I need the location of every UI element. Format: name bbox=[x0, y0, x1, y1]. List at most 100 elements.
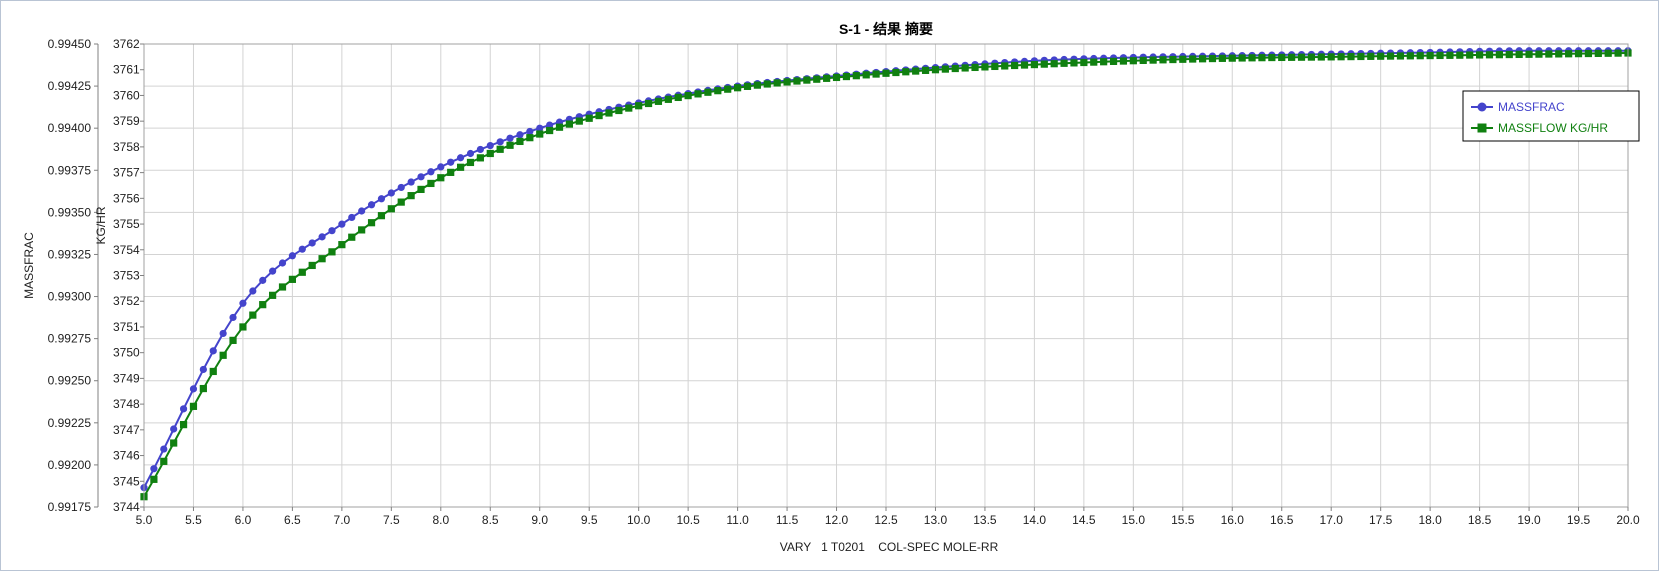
data-point bbox=[199, 384, 207, 393]
data-point bbox=[160, 457, 168, 465]
data-point bbox=[1090, 58, 1098, 66]
x-tick-label: 13.5 bbox=[973, 513, 997, 527]
data-point bbox=[743, 82, 752, 90]
data-point bbox=[1109, 57, 1118, 65]
data-point bbox=[456, 163, 465, 171]
data-point bbox=[1565, 50, 1573, 58]
y-left-tick-label: 0.99325 bbox=[48, 247, 92, 261]
y-kghr-tick-label: 3756 bbox=[113, 191, 140, 205]
x-tick-label: 9.5 bbox=[581, 513, 598, 527]
x-tick-label: 10.5 bbox=[676, 513, 700, 527]
data-point bbox=[1119, 57, 1128, 65]
data-point bbox=[664, 95, 672, 103]
data-point bbox=[981, 63, 989, 71]
x-tick-label: 12.0 bbox=[825, 513, 849, 527]
data-point bbox=[308, 239, 316, 247]
data-point bbox=[1011, 61, 1019, 70]
data-point bbox=[1189, 55, 1197, 63]
data-point bbox=[595, 111, 603, 120]
legend[interactable]: MASSFRAC MASSFLOW KG/HR bbox=[1462, 90, 1640, 142]
data-point bbox=[278, 259, 287, 267]
x-tick-label: 5.0 bbox=[136, 513, 153, 527]
data-point bbox=[1268, 53, 1276, 62]
data-point bbox=[249, 311, 257, 319]
data-point bbox=[1179, 55, 1187, 63]
data-point bbox=[674, 93, 682, 102]
legend-label: MASSFLOW KG/HR bbox=[1498, 121, 1608, 135]
y-left-tick-label: 0.99175 bbox=[48, 500, 92, 514]
data-point bbox=[684, 92, 692, 100]
data-point bbox=[793, 77, 801, 85]
data-point bbox=[1317, 53, 1325, 61]
data-point bbox=[407, 178, 415, 186]
data-point bbox=[1100, 58, 1108, 66]
legend-label: MASSFRAC bbox=[1498, 100, 1565, 114]
data-point bbox=[387, 205, 395, 213]
data-point bbox=[308, 261, 316, 270]
data-point bbox=[832, 73, 841, 82]
x-tick-label: 17.0 bbox=[1320, 513, 1344, 527]
data-point bbox=[1020, 61, 1029, 69]
data-point bbox=[1248, 54, 1256, 62]
data-point bbox=[1297, 53, 1306, 61]
data-point bbox=[298, 245, 306, 253]
data-point bbox=[852, 72, 860, 80]
x-tick-label: 14.0 bbox=[1023, 513, 1047, 527]
x-tick-label: 20.0 bbox=[1616, 513, 1640, 527]
y-kghr-tick-label: 3746 bbox=[113, 449, 140, 463]
data-point bbox=[427, 179, 435, 188]
data-point bbox=[862, 71, 870, 79]
data-point bbox=[1555, 50, 1563, 58]
y-left-tick-label: 0.99300 bbox=[48, 290, 92, 304]
x-tick-label: 15.0 bbox=[1122, 513, 1146, 527]
data-point bbox=[1466, 51, 1474, 59]
x-tick-label: 18.5 bbox=[1468, 513, 1492, 527]
data-point bbox=[1367, 52, 1375, 60]
data-point bbox=[348, 233, 356, 241]
y-kghr-tick-label: 3761 bbox=[113, 63, 140, 77]
data-point bbox=[724, 85, 732, 93]
x-tick-label: 6.5 bbox=[284, 513, 301, 527]
data-point bbox=[249, 287, 257, 295]
data-point bbox=[506, 134, 514, 142]
x-tick-label: 11.0 bbox=[726, 513, 749, 527]
data-point bbox=[1436, 51, 1444, 60]
data-point bbox=[328, 227, 336, 235]
data-point bbox=[991, 62, 999, 71]
data-point bbox=[1446, 51, 1454, 59]
data-point bbox=[1149, 56, 1157, 64]
x-axis-label: VARY 1 T0201 COL-SPEC MOLE-RR bbox=[780, 540, 999, 554]
data-point bbox=[427, 168, 435, 176]
data-point bbox=[1614, 49, 1622, 57]
data-point bbox=[575, 117, 583, 125]
y-kghr-tick-label: 3760 bbox=[113, 88, 140, 102]
data-point bbox=[170, 439, 178, 447]
x-tick-label: 15.5 bbox=[1171, 513, 1195, 527]
data-point bbox=[496, 145, 504, 153]
y-kghr-tick-label: 3758 bbox=[113, 140, 140, 154]
data-point bbox=[1001, 62, 1009, 70]
data-point bbox=[694, 90, 702, 98]
data-point bbox=[536, 130, 544, 138]
data-point bbox=[397, 183, 405, 192]
data-point bbox=[823, 74, 831, 82]
data-point bbox=[219, 351, 227, 359]
data-point bbox=[1386, 52, 1395, 60]
data-point bbox=[288, 252, 296, 260]
data-point bbox=[1288, 53, 1296, 61]
data-point bbox=[209, 367, 217, 376]
chart-window: 5.0 5.5 6.0 6.5 7.0 7.5 8.0 8.5 9.0 9.5 10.0 10.5 11… bbox=[0, 0, 1659, 571]
data-point bbox=[773, 79, 781, 87]
data-point bbox=[1159, 56, 1167, 64]
data-point bbox=[1139, 56, 1147, 65]
data-point bbox=[526, 134, 534, 142]
data-point bbox=[150, 465, 158, 473]
data-point bbox=[328, 248, 336, 256]
x-tick-label: 6.0 bbox=[235, 513, 252, 527]
data-point bbox=[259, 276, 267, 284]
data-point bbox=[714, 87, 722, 95]
x-tick-label: 14.5 bbox=[1072, 513, 1096, 527]
data-point bbox=[239, 299, 247, 307]
data-point bbox=[1337, 53, 1345, 61]
data-point bbox=[219, 329, 227, 338]
